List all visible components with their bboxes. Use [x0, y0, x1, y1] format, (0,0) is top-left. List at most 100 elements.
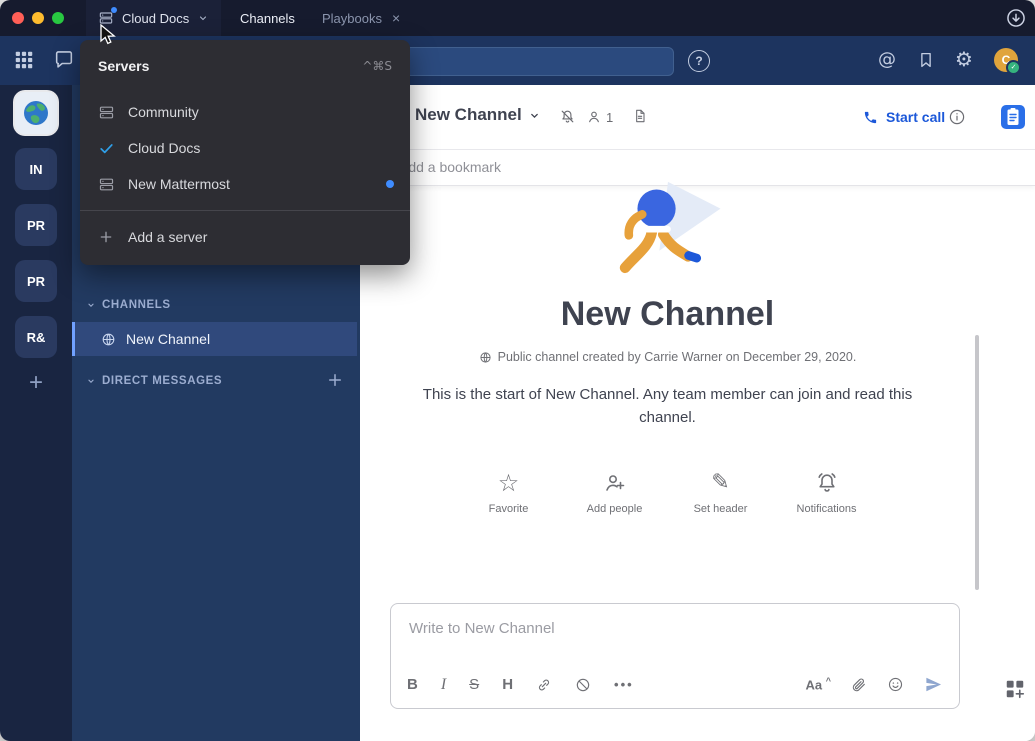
- muted-bell-icon[interactable]: [559, 108, 576, 125]
- main-content: New Channel 1 Start call: [360, 85, 1035, 741]
- tab-playbooks[interactable]: Playbooks ×: [322, 0, 400, 36]
- server-icon: [96, 174, 116, 194]
- user-avatar[interactable]: C ✓: [994, 48, 1018, 72]
- intro-actions: ☆ Favorite Add people ✎ Set header: [463, 471, 873, 515]
- send-button[interactable]: [924, 675, 943, 694]
- team-sidebar: IN PR PR R& +: [0, 85, 72, 741]
- server-item-cloud-docs[interactable]: Cloud Docs: [80, 130, 410, 166]
- message-input[interactable]: Write to New Channel: [409, 620, 941, 637]
- menu-divider: [80, 210, 410, 211]
- team-initials: IN: [30, 162, 43, 177]
- mouse-cursor: [97, 23, 117, 47]
- intro-meta-text: Public channel created by Carrie Warner …: [498, 350, 857, 364]
- team-initials: PR: [27, 274, 45, 289]
- more-formatting-button[interactable]: •••: [614, 677, 634, 692]
- link-button[interactable]: [536, 677, 552, 693]
- start-call-button[interactable]: Start call: [863, 109, 945, 125]
- strikethrough-button[interactable]: S: [469, 676, 479, 694]
- server-item-new-mattermost[interactable]: New Mattermost: [80, 166, 410, 202]
- tab-channels[interactable]: Channels: [240, 0, 295, 36]
- dm-category-label: DIRECT MESSAGES: [102, 375, 222, 387]
- server-item-label: Community: [128, 104, 199, 120]
- server-tab-label: Cloud Docs: [122, 11, 189, 26]
- minimize-window-button[interactable]: [32, 12, 44, 24]
- tab-channels-label: Channels: [240, 11, 295, 26]
- set-header-button[interactable]: ✎ Set header: [675, 471, 767, 515]
- person-plus-icon: [603, 471, 627, 495]
- intro-description: This is the start of New Channel. Any te…: [395, 384, 940, 429]
- chevron-down-icon: [86, 300, 96, 310]
- intro-meta: Public channel created by Carrie Warner …: [360, 350, 975, 364]
- zoom-window-button[interactable]: [52, 12, 64, 24]
- team-initials: R&: [27, 330, 46, 345]
- server-item-label: New Mattermost: [128, 176, 230, 192]
- action-label: Favorite: [489, 503, 529, 515]
- person-icon: [586, 109, 602, 125]
- channels-category-header[interactable]: CHANNELS: [86, 295, 171, 315]
- intro-title: New Channel: [360, 295, 975, 334]
- italic-button[interactable]: I: [441, 676, 446, 694]
- team-initials: PR: [27, 218, 45, 233]
- team-tile-in[interactable]: IN: [15, 148, 57, 190]
- close-window-button[interactable]: [12, 12, 24, 24]
- servers-menu-title: Servers: [98, 58, 149, 74]
- circle-slash-icon[interactable]: [575, 677, 591, 693]
- channel-name-button[interactable]: New Channel: [415, 105, 541, 125]
- direct-messages-category-header[interactable]: DIRECT MESSAGES: [86, 371, 222, 391]
- globe-team-icon: [20, 97, 52, 129]
- clipboard-app-icon[interactable]: [1001, 105, 1025, 129]
- server-item-label: Cloud Docs: [128, 140, 200, 156]
- channel-name-label: New Channel: [126, 331, 210, 347]
- unread-dot: [386, 180, 394, 188]
- app-window: Cloud Docs Channels Playbooks ×: [0, 0, 1035, 741]
- emoji-button[interactable]: [887, 676, 904, 693]
- update-download-button[interactable]: [1005, 7, 1027, 29]
- channel-header: New Channel 1 Start call: [360, 85, 1035, 150]
- team-globe-active[interactable]: [15, 92, 57, 134]
- team-tile-pr2[interactable]: PR: [15, 260, 57, 302]
- at-mentions-icon[interactable]: @: [878, 49, 896, 70]
- unread-dot: [111, 7, 117, 13]
- server-icon: [96, 102, 116, 122]
- favorite-button[interactable]: ☆ Favorite: [463, 471, 555, 515]
- add-team-button[interactable]: +: [0, 368, 72, 398]
- bold-button[interactable]: B: [407, 676, 418, 694]
- intro-illustration: [593, 180, 743, 285]
- heading-button[interactable]: H: [502, 676, 513, 694]
- check-icon: [96, 138, 116, 158]
- chevron-down-icon: [528, 109, 541, 122]
- attach-file-button[interactable]: [851, 677, 867, 693]
- server-item-community[interactable]: Community: [80, 94, 410, 130]
- sidebar-item-new-channel[interactable]: New Channel: [72, 322, 357, 356]
- help-icon[interactable]: ?: [688, 50, 710, 72]
- start-call-label: Start call: [886, 109, 945, 125]
- add-server-button[interactable]: Add a server: [80, 219, 410, 255]
- team-tile-pr1[interactable]: PR: [15, 204, 57, 246]
- product-switcher-icon[interactable]: [13, 49, 35, 71]
- channels-category-label: CHANNELS: [102, 299, 171, 311]
- online-status-icon: ✓: [1006, 60, 1021, 75]
- team-tile-r[interactable]: R&: [15, 316, 57, 358]
- servers-menu-shortcut: ^⌘S: [362, 59, 392, 73]
- action-label: Notifications: [797, 503, 857, 515]
- action-label: Add people: [587, 503, 643, 515]
- servers-dropdown-menu: Servers ^⌘S Community Cloud Docs New Mat…: [80, 40, 410, 265]
- chevron-down-icon: [86, 376, 96, 386]
- close-tab-icon[interactable]: ×: [392, 11, 400, 25]
- channels-product-icon[interactable]: [53, 49, 75, 71]
- saved-posts-icon[interactable]: [917, 51, 935, 69]
- scrollbar-thumb[interactable]: [975, 335, 979, 590]
- notifications-button[interactable]: Notifications: [781, 471, 873, 515]
- format-toggle-button[interactable]: Aa ^: [805, 676, 831, 692]
- action-label: Set header: [694, 503, 748, 515]
- apps-grid-icon[interactable]: [1004, 678, 1026, 700]
- add-people-button[interactable]: Add people: [569, 471, 661, 515]
- globe-icon: [479, 351, 492, 364]
- phone-icon: [863, 110, 878, 125]
- channel-files-icon[interactable]: [632, 108, 648, 124]
- channel-info-icon[interactable]: [948, 108, 966, 126]
- settings-gear-icon[interactable]: ⚙: [955, 47, 973, 71]
- bell-icon: [815, 471, 839, 495]
- add-direct-message-button[interactable]: [326, 371, 344, 389]
- channel-members-button[interactable]: 1: [586, 109, 613, 125]
